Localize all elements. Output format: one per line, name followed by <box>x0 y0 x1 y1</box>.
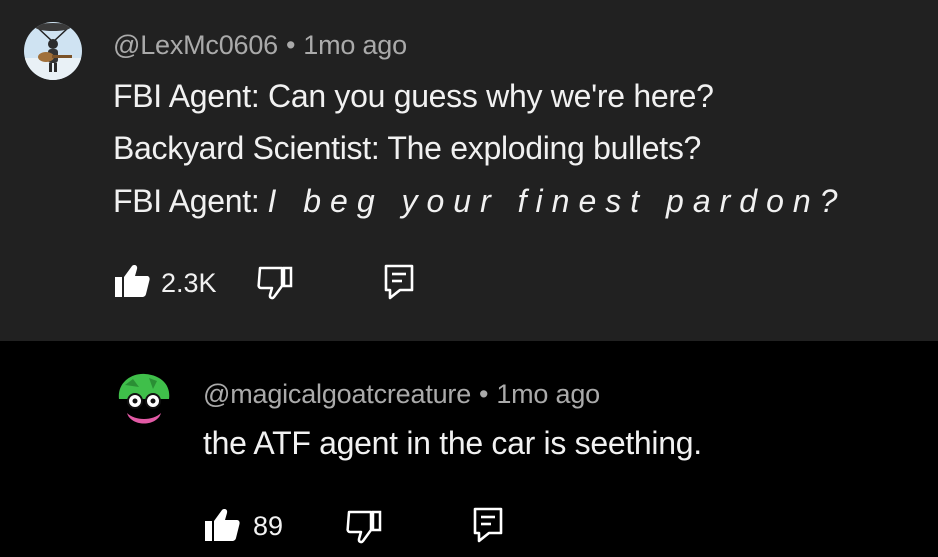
dislike-button[interactable] <box>257 266 293 300</box>
reply-comment-icon <box>473 507 503 543</box>
reply-comment-icon <box>384 264 414 300</box>
comments-page: @LexMc0606 • 1mo ago FBI Agent: Can you gu… <box>0 0 938 557</box>
separator-dot: • <box>479 379 489 409</box>
dislike-button[interactable] <box>346 510 382 544</box>
comment-time[interactable]: 1mo ago <box>303 30 407 60</box>
avatar[interactable] <box>113 369 175 431</box>
thumbs-down-icon <box>346 510 382 544</box>
separator-dot: • <box>286 30 296 60</box>
comment-text-prefix: FBI Agent: <box>113 183 260 219</box>
comment-time[interactable]: 1mo ago <box>496 379 600 409</box>
comment-text-italic: I beg your finest pardon? <box>267 183 847 219</box>
thumbs-up-icon <box>205 509 240 541</box>
reply-button[interactable] <box>384 264 414 300</box>
reply-button[interactable] <box>473 507 503 543</box>
comment-text-line: FBI Agent: Can you guess why we're here? <box>113 78 714 114</box>
like-button[interactable] <box>204 508 240 542</box>
like-button[interactable] <box>114 264 150 298</box>
thumbs-down-icon <box>257 266 293 300</box>
comment-lexmc0606: @LexMc0606 • 1mo ago FBI Agent: Can you gu… <box>0 0 938 341</box>
comment-text-line: FBI Agent: I beg your finest pardon? <box>113 183 846 220</box>
avatar[interactable] <box>24 22 82 80</box>
comment-magicalgoatcreature: @magicalgoatcreature • 1mo ago the ATF age… <box>0 341 938 557</box>
author-handle[interactable]: @magicalgoatcreature <box>203 379 471 409</box>
comment-author-line: @LexMc0606 • 1mo ago <box>113 30 407 61</box>
comment-text-line: Backyard Scientist: The exploding bullet… <box>113 130 702 166</box>
like-count: 89 <box>253 511 284 541</box>
comment-author-line: @magicalgoatcreature • 1mo ago <box>203 379 600 410</box>
like-count: 2.3K <box>161 268 217 298</box>
comment-text-line: the ATF agent in the car is seething. <box>203 425 702 461</box>
thumbs-up-icon <box>115 265 150 297</box>
author-handle[interactable]: @LexMc0606 <box>113 30 278 60</box>
